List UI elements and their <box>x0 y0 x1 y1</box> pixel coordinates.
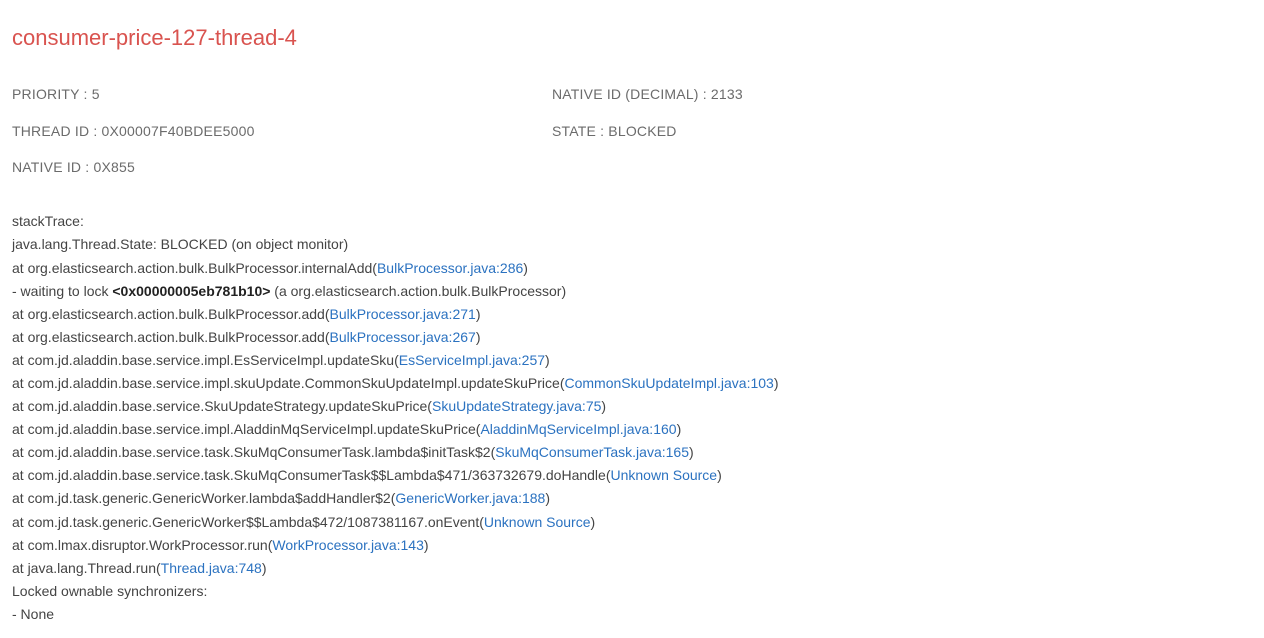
stack-frame-prefix: at com.jd.aladdin.base.service.SkuUpdate… <box>12 398 432 414</box>
stack-trace-header: stackTrace: <box>12 210 1252 233</box>
source-file-link[interactable]: Unknown Source <box>484 514 591 530</box>
stack-frame-prefix: at org.elasticsearch.action.bulk.BulkPro… <box>12 329 330 345</box>
stack-frame-prefix: at com.jd.aladdin.base.service.task.SkuM… <box>12 467 610 483</box>
stack-frame-prefix: at com.jd.aladdin.base.service.impl.skuU… <box>12 375 565 391</box>
stack-frame: at com.jd.aladdin.base.service.impl.skuU… <box>12 372 1252 395</box>
stack-frame-suffix: ) <box>424 537 429 553</box>
source-file-link[interactable]: AladdinMqServiceImpl.java:160 <box>480 421 676 437</box>
stack-frame-prefix: at com.jd.aladdin.base.service.task.SkuM… <box>12 444 495 460</box>
stack-frame-prefix: at com.jd.aladdin.base.service.impl.Alad… <box>12 421 480 437</box>
stack-frame-prefix: - waiting to lock <box>12 283 112 299</box>
source-file-link[interactable]: SkuMqConsumerTask.java:165 <box>495 444 689 460</box>
source-file-link[interactable]: SkuUpdateStrategy.java:75 <box>432 398 601 414</box>
source-file-link[interactable]: GenericWorker.java:188 <box>395 490 545 506</box>
stack-frame: at com.jd.aladdin.base.service.impl.Alad… <box>12 418 1252 441</box>
stack-frame: at com.jd.aladdin.base.service.task.SkuM… <box>12 464 1252 487</box>
source-file-link[interactable]: WorkProcessor.java:143 <box>272 537 423 553</box>
stack-frame: at com.jd.task.generic.GenericWorker.lam… <box>12 487 1252 510</box>
source-file-link[interactable]: Unknown Source <box>610 467 717 483</box>
stack-frame-suffix: ) <box>545 352 550 368</box>
stack-frame-suffix: ) <box>677 421 682 437</box>
stack-frame-suffix: ) <box>262 560 267 576</box>
thread-meta-grid: PRIORITY : 5 NATIVE ID (DECIMAL) : 2133 … <box>12 83 1012 178</box>
stack-frame: at org.elasticsearch.action.bulk.BulkPro… <box>12 303 1252 326</box>
stack-frame-suffix: ) <box>476 329 481 345</box>
source-file-link[interactable]: BulkProcessor.java:271 <box>330 306 476 322</box>
stack-frame-suffix: ) <box>476 306 481 322</box>
meta-thread-id: THREAD ID : 0X00007F40BDEE5000 <box>12 120 472 142</box>
stack-frame-suffix: ) <box>591 514 596 530</box>
locked-synchronizers-value: - None <box>12 603 1252 626</box>
stack-frame: at java.lang.Thread.run(Thread.java:748) <box>12 557 1252 580</box>
source-file-link[interactable]: BulkProcessor.java:267 <box>330 329 476 345</box>
stack-frame-prefix: at java.lang.Thread.run( <box>12 560 161 576</box>
stack-frame-prefix: at com.jd.task.generic.GenericWorker$$La… <box>12 514 484 530</box>
source-file-link[interactable]: EsServiceImpl.java:257 <box>399 352 545 368</box>
stack-frame-prefix: at com.jd.task.generic.GenericWorker.lam… <box>12 490 395 506</box>
source-file-link[interactable]: Thread.java:748 <box>161 560 262 576</box>
stack-frame-suffix: ) <box>545 490 550 506</box>
source-file-link[interactable]: CommonSkuUpdateImpl.java:103 <box>565 375 774 391</box>
locked-synchronizers-header: Locked ownable synchronizers: <box>12 580 1252 603</box>
stack-frame-prefix: at org.elasticsearch.action.bulk.BulkPro… <box>12 306 330 322</box>
stack-frame-suffix: ) <box>601 398 606 414</box>
stack-frame: at com.jd.aladdin.base.service.task.SkuM… <box>12 441 1252 464</box>
stack-frame-suffix: ) <box>689 444 694 460</box>
stack-frame-prefix: at com.jd.aladdin.base.service.impl.EsSe… <box>12 352 399 368</box>
stack-frame-prefix: at com.lmax.disruptor.WorkProcessor.run( <box>12 537 272 553</box>
thread-state-line: java.lang.Thread.State: BLOCKED (on obje… <box>12 233 1252 256</box>
stack-frame: at org.elasticsearch.action.bulk.BulkPro… <box>12 326 1252 349</box>
stack-frame-suffix: (a org.elasticsearch.action.bulk.BulkPro… <box>270 283 566 299</box>
meta-native-id: NATIVE ID : 0X855 <box>12 156 472 178</box>
stack-frame: at com.jd.task.generic.GenericWorker$$La… <box>12 511 1252 534</box>
thread-title: consumer-price-127-thread-4 <box>12 20 1252 55</box>
stack-frame: at com.jd.aladdin.base.service.SkuUpdate… <box>12 395 1252 418</box>
stack-frame-suffix: ) <box>774 375 779 391</box>
lock-address: <0x00000005eb781b10> <box>112 283 270 299</box>
stack-frame-suffix: ) <box>717 467 722 483</box>
stack-frame: at com.lmax.disruptor.WorkProcessor.run(… <box>12 534 1252 557</box>
meta-state: STATE : BLOCKED <box>552 120 1012 142</box>
meta-native-id-decimal: NATIVE ID (DECIMAL) : 2133 <box>552 83 1012 105</box>
stack-frame: at org.elasticsearch.action.bulk.BulkPro… <box>12 257 1252 280</box>
stack-frame-prefix: at org.elasticsearch.action.bulk.BulkPro… <box>12 260 377 276</box>
meta-priority: PRIORITY : 5 <box>12 83 472 105</box>
stack-trace: stackTrace: java.lang.Thread.State: BLOC… <box>12 210 1252 626</box>
stack-frame-suffix: ) <box>523 260 528 276</box>
source-file-link[interactable]: BulkProcessor.java:286 <box>377 260 523 276</box>
stack-frame: - waiting to lock <0x00000005eb781b10> (… <box>12 280 1252 303</box>
stack-frame: at com.jd.aladdin.base.service.impl.EsSe… <box>12 349 1252 372</box>
